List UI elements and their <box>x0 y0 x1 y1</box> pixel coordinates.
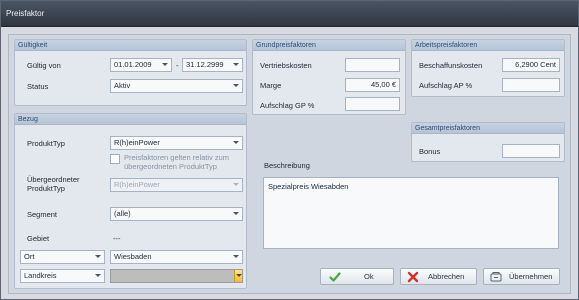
aufschlag-ap-input[interactable] <box>502 78 560 92</box>
aufschlag-gp-input[interactable] <box>345 97 400 111</box>
gebiet-value: --- <box>113 234 121 243</box>
ort-type-select[interactable]: Ort <box>20 250 105 264</box>
window-title: Preisfaktor <box>6 9 45 18</box>
gueltigkeit-header: Gültigkeit <box>15 40 246 51</box>
chevron-down-icon[interactable] <box>233 63 239 66</box>
beschaffungskosten-input[interactable]: 6,2900 Cent <box>502 58 560 72</box>
gueltigkeit-group: Gültigkeit Gültig von 01.01.2009 - 31.12… <box>14 39 247 106</box>
gueltig-von-value: 01.01.2009 <box>114 60 152 69</box>
uebergeordneter-value: R(h)einPower <box>114 180 160 189</box>
chevron-down-icon[interactable] <box>95 274 101 277</box>
gueltig-von-label: Gültig von <box>27 61 61 70</box>
abbrechen-button[interactable]: Abbrechen <box>400 268 477 285</box>
chevron-down-icon[interactable] <box>162 63 168 66</box>
title-bar: Preisfaktor <box>1 1 578 27</box>
produkttyp-label: ProduktTyp <box>27 139 65 148</box>
preisfaktor-window: Preisfaktor Gültigkeit Gültig von 01.01.… <box>0 0 579 300</box>
aufschlag-ap-label: Aufschlag AP % <box>419 81 473 90</box>
vertriebskosten-label: Vertriebskosten <box>260 61 312 70</box>
chevron-down-icon[interactable] <box>233 255 239 258</box>
vertriebskosten-input[interactable] <box>345 58 400 72</box>
uebergeordneter-label-1: Übergeordneter <box>27 175 80 184</box>
beschreibung-label: Beschreibung <box>264 161 310 170</box>
relativ-checkbox[interactable] <box>110 154 120 164</box>
apply-icon <box>490 272 502 282</box>
aufschlag-gp-label: Aufschlag GP % <box>260 101 315 110</box>
ok-button[interactable]: Ok <box>320 268 394 285</box>
gesamtpreis-group: Gesamtpreisfaktoren Bonus <box>411 122 565 162</box>
landkreis-type-select[interactable]: Landkreis <box>20 269 105 283</box>
beschaffungskosten-label: Beschaffunskosten <box>419 61 483 70</box>
grundpreis-header: Grundpreisfaktoren <box>253 40 405 51</box>
chevron-down-icon <box>233 183 239 186</box>
bezug-group: Bezug ProduktTyp R(h)einPower Preisfakto… <box>14 113 247 289</box>
chevron-down-icon[interactable] <box>233 84 239 87</box>
arbeitspreis-header: Arbeitspreisfaktoren <box>412 40 564 51</box>
gesamtpreis-header: Gesamtpreisfaktoren <box>412 123 564 134</box>
segment-select[interactable]: (alle) <box>110 207 243 221</box>
gebiet-label: Gebiet <box>27 234 50 243</box>
uebernehmen-label: Übernehmen <box>509 272 553 281</box>
landkreis-select[interactable] <box>110 269 243 283</box>
grundpreis-group: Grundpreisfaktoren Vertriebskosten Marge… <box>252 39 406 115</box>
bezug-header: Bezug <box>15 114 246 125</box>
produkttyp-select[interactable]: R(h)einPower <box>110 136 243 150</box>
uebernehmen-button[interactable]: Übernehmen <box>483 268 560 285</box>
chevron-down-icon[interactable] <box>95 255 101 258</box>
date-separator: - <box>176 61 179 70</box>
bonus-input[interactable] <box>502 144 560 158</box>
landkreis-type-value: Landkreis <box>24 271 57 280</box>
produkttyp-value: R(h)einPower <box>114 138 160 147</box>
bonus-label: Bonus <box>419 147 441 156</box>
gueltig-bis-date[interactable]: 31.12.2999 <box>182 58 243 72</box>
checkmark-icon <box>329 272 341 282</box>
abbrechen-label: Abbrechen <box>428 272 465 281</box>
ok-label: Ok <box>364 272 374 281</box>
relativ-checkbox-label-1: Preisfaktoren gelten relativ zum <box>124 153 230 162</box>
gueltig-von-date[interactable]: 01.01.2009 <box>110 58 172 72</box>
chevron-down-icon[interactable] <box>233 212 239 215</box>
status-label: Status <box>27 82 49 91</box>
close-icon <box>407 271 419 283</box>
uebergeordneter-label-2: ProduktTyp <box>27 184 65 193</box>
beschreibung-textarea[interactable]: Spezialpreis Wiesabden <box>263 177 559 249</box>
marge-label: Marge <box>260 81 282 90</box>
status-select[interactable]: Aktiv <box>110 79 243 93</box>
segment-label: Segment <box>27 210 58 219</box>
arbeitspreis-group: Arbeitspreisfaktoren Beschaffunskosten 6… <box>411 39 565 97</box>
uebergeordneter-select: R(h)einPower <box>110 178 243 192</box>
ort-select[interactable]: Wiesbaden <box>110 250 243 264</box>
gueltig-bis-value: 31.12.2999 <box>186 60 224 69</box>
segment-value: (alle) <box>114 209 131 218</box>
dialog-body: Gültigkeit Gültig von 01.01.2009 - 31.12… <box>8 34 571 294</box>
ort-type-value: Ort <box>24 252 35 261</box>
chevron-down-icon[interactable] <box>233 141 239 144</box>
dropdown-button-icon[interactable] <box>234 270 242 282</box>
marge-input[interactable]: 45,00 € <box>345 78 400 92</box>
ort-value: Wiesbaden <box>114 252 152 261</box>
relativ-checkbox-label-2: übergeordneten ProduktTyp <box>124 162 217 171</box>
status-value: Aktiv <box>114 81 131 90</box>
